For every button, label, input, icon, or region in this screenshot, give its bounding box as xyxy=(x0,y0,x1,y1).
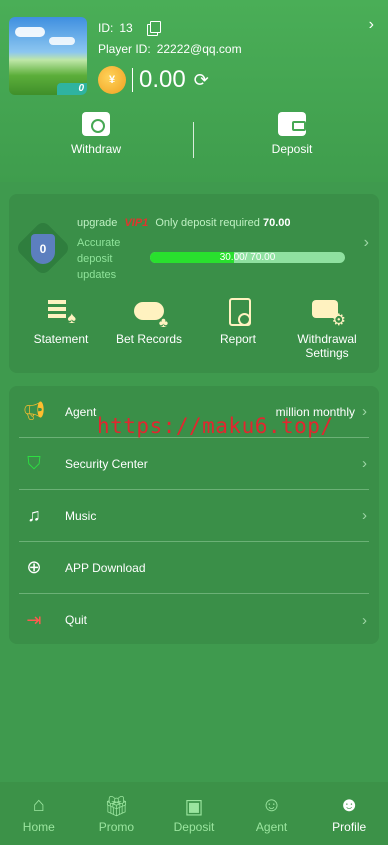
nav-item-home[interactable]: ⌂ Home xyxy=(0,782,78,845)
divider xyxy=(132,68,133,92)
avatar-vip-badge: 0 xyxy=(57,83,87,95)
report-label: Report xyxy=(219,332,257,346)
avatar-cloud xyxy=(49,37,75,45)
chevron-right-icon: › xyxy=(362,507,367,524)
bet-records-label: Bet Records xyxy=(115,332,183,346)
home-icon: ⌂ xyxy=(32,794,45,816)
accurate-deposit-text: Accurate deposit updates xyxy=(77,237,121,281)
menu-item-label: Music xyxy=(65,508,97,523)
nav-item-agent[interactable]: ☺ Agent xyxy=(233,782,311,845)
chevron-right-icon[interactable]: › xyxy=(364,234,369,252)
nav-label: Home xyxy=(22,820,55,834)
vip-shield-icon: 0 xyxy=(31,234,55,264)
add-user-icon: ☺ xyxy=(261,794,282,816)
chevron-right-icon: › xyxy=(362,455,367,472)
report-icon xyxy=(223,298,253,326)
user-icon: ☻ xyxy=(338,794,360,816)
player-id-value: 22222@qq.com xyxy=(156,42,242,56)
logout-icon: ⇥ xyxy=(26,609,42,630)
vip-level: VIP1 xyxy=(124,217,149,229)
chevron-right-icon: › xyxy=(362,403,367,420)
chevron-right-icon: › xyxy=(362,611,367,629)
withdraw-icon xyxy=(82,112,110,136)
wallet-icon xyxy=(278,112,306,136)
gift-icon: 🎁︎ xyxy=(103,796,130,818)
withdraw-button[interactable]: Withdraw xyxy=(26,112,166,156)
player-id-row: Player ID: 22222@qq.com xyxy=(98,42,242,56)
profile-header: 0 ID: 13 Player ID: 22222@qq.com › ¥ 0.0… xyxy=(0,0,388,182)
bet-records-button[interactable]: Bet Records xyxy=(104,298,194,346)
statement-label: Statement xyxy=(33,332,89,346)
nav-label: Profile xyxy=(332,820,367,834)
vip-upgrade-line: upgrade VIP1 Only deposit required 70.00 xyxy=(77,217,291,229)
menu-item-app-download[interactable]: ⊕ APP Download xyxy=(19,542,369,594)
statement-button[interactable]: Statement xyxy=(16,298,106,346)
menu-item-quit[interactable]: ⇥ Quit › xyxy=(19,594,369,646)
withdraw-label: Withdraw xyxy=(70,142,121,156)
statement-icon xyxy=(46,298,76,328)
nav-label: Deposit xyxy=(173,820,215,834)
wallet-icon: ▣ xyxy=(184,796,204,818)
nav-item-profile[interactable]: ☻ Profile xyxy=(310,782,388,845)
vip-card: 0 upgrade VIP1 Only deposit required 70.… xyxy=(9,194,379,373)
menu-item-label: APP Download xyxy=(65,560,146,575)
required-amount: 70.00 xyxy=(262,217,291,229)
requirement-text: Only deposit required xyxy=(155,217,260,229)
bottom-nav: ⌂ Home 🎁︎ Promo ▣ Deposit ☺ Agent ☻ Prof… xyxy=(0,782,388,845)
nav-item-deposit[interactable]: ▣ Deposit xyxy=(155,782,233,845)
nav-item-promo[interactable]: 🎁︎ Promo xyxy=(78,782,156,845)
balance-row: ¥ 0.00 ⟳ xyxy=(98,66,209,94)
chevron-right-icon[interactable]: › xyxy=(369,16,374,34)
vip-progress-text: 30.00/ 70.00 xyxy=(219,252,276,263)
nav-label: Agent xyxy=(255,820,288,834)
megaphone-icon: 📢︎ xyxy=(22,401,46,421)
withdrawal-settings-button[interactable]: Withdrawal Settings xyxy=(282,298,372,360)
divider xyxy=(193,122,194,158)
avatar-cloud xyxy=(15,27,45,37)
deposit-button[interactable]: Deposit xyxy=(222,112,362,156)
deposit-label: Deposit xyxy=(271,142,313,156)
nav-label: Promo xyxy=(98,820,135,834)
user-id-row: ID: 13 xyxy=(98,21,161,36)
vip-progress-bar: 30.00/ 70.00 xyxy=(150,252,345,263)
watermark-url: https://maku6.top/ xyxy=(97,414,334,438)
player-id-label: Player ID: xyxy=(98,42,151,56)
globe-icon: ⊕ xyxy=(26,557,42,577)
music-icon: ♫ xyxy=(27,505,41,525)
shield-icon: ⛉ xyxy=(27,453,41,473)
menu-item-security-center[interactable]: ⛉ Security Center › xyxy=(19,438,369,490)
menu-item-label: Security Center xyxy=(65,456,148,471)
balance-amount: 0.00 xyxy=(139,66,186,93)
report-button[interactable]: Report xyxy=(193,298,283,346)
refresh-icon[interactable]: ⟳ xyxy=(194,70,209,91)
upgrade-text: upgrade xyxy=(77,217,118,229)
id-label: ID: xyxy=(98,21,114,35)
coin-icon: ¥ xyxy=(98,66,126,94)
gamepad-icon xyxy=(134,298,168,330)
avatar[interactable]: 0 xyxy=(9,17,87,95)
wallet-actions: Withdraw Deposit xyxy=(0,112,388,160)
copy-icon[interactable] xyxy=(146,21,161,36)
wallet-settings-icon xyxy=(312,298,346,330)
menu-item-music[interactable]: ♫ Music › xyxy=(19,490,369,542)
id-value: 13 xyxy=(119,21,133,35)
withdrawal-settings-label: Withdrawal Settings xyxy=(297,332,357,360)
menu-item-label: Quit xyxy=(65,613,88,627)
